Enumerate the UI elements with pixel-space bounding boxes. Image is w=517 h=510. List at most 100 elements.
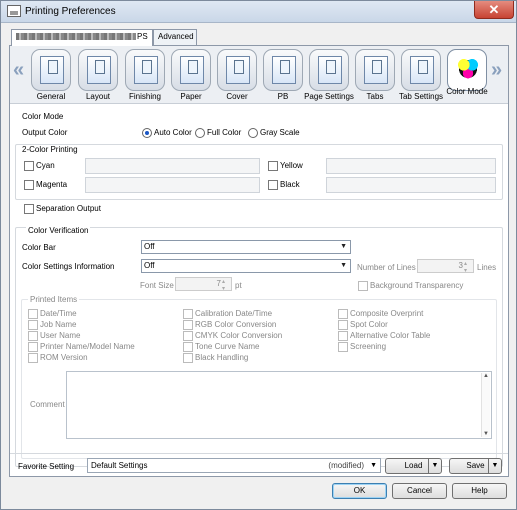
screening-label: Screening (350, 342, 387, 351)
load-button[interactable]: Load ▼ (385, 458, 442, 474)
comment-label: Comment (30, 400, 65, 409)
black-handling-label: Black Handling (195, 353, 249, 362)
color-mode-icon (454, 55, 482, 83)
font-size-label: Font Size (140, 281, 174, 290)
favorite-setting-label: Favorite Setting (18, 462, 75, 471)
ok-button[interactable]: OK (332, 483, 387, 499)
color-bar-label: Color Bar (22, 243, 56, 252)
load-dropdown-icon[interactable]: ▼ (428, 459, 441, 473)
date-time-checkbox (28, 309, 38, 319)
color-settings-info-label: Color Settings Information (22, 262, 115, 271)
auto-color-label[interactable]: Auto Color (154, 128, 192, 137)
screening-checkbox (338, 342, 348, 352)
rom-version-label: ROM Version (40, 353, 88, 362)
favorite-separator (10, 453, 508, 454)
number-of-lines-spinner: 3 (417, 259, 474, 274)
job-name-checkbox (28, 320, 38, 330)
rgb-conversion-label: RGB Color Conversion (195, 320, 277, 329)
number-of-lines-label: Number of Lines (357, 263, 416, 272)
scroll-left-icon[interactable]: « (13, 59, 24, 82)
favorite-setting-select[interactable]: Default Settings (modified) (87, 458, 381, 473)
cmyk-conversion-label: CMYK Color Conversion (195, 331, 283, 340)
composite-overprint-label: Composite Overprint (350, 309, 424, 318)
window-title: Printing Preferences (25, 6, 116, 17)
yellow-color-field (326, 158, 496, 174)
job-name-label: Job Name (40, 320, 77, 329)
cancel-button[interactable]: Cancel (392, 483, 447, 499)
output-color-label: Output Color (22, 128, 68, 137)
favorite-setting-value: Default Settings (91, 461, 148, 470)
printed-items-heading: Printed Items (28, 295, 80, 304)
printing-preferences-window: Printing Preferences ✕ PS Advanced « » G… (0, 0, 517, 510)
tab-ps-label: PS (137, 32, 148, 41)
magenta-color-field (85, 177, 260, 193)
cyan-label: Cyan (36, 161, 55, 170)
full-color-label[interactable]: Full Color (207, 128, 241, 137)
black-color-field (326, 177, 496, 193)
tone-curve-checkbox (183, 342, 193, 352)
printer-name-label: Printer Name/Model Name (40, 342, 135, 351)
two-color-heading: 2-Color Printing (22, 145, 78, 154)
font-size-unit-label: pt (235, 281, 242, 290)
date-time-label: Date/Time (40, 309, 77, 318)
category-general[interactable]: General (29, 49, 73, 103)
color-mode-heading: Color Mode (22, 112, 64, 121)
printer-name-checkbox (28, 342, 38, 352)
magenta-label: Magenta (36, 180, 68, 189)
color-verification-heading: Color Verification (26, 226, 91, 235)
separation-output-checkbox[interactable] (24, 204, 34, 214)
color-settings-info-select[interactable]: Off (141, 259, 351, 273)
category-icon-bar: « » General Layout Finishing Paper Cover… (10, 46, 508, 104)
comment-textarea[interactable] (66, 371, 492, 439)
color-bar-select[interactable]: Off (141, 240, 351, 254)
comment-scrollbar[interactable] (481, 373, 490, 437)
title-bar: Printing Preferences ✕ (1, 1, 516, 23)
alternative-color-table-checkbox (338, 331, 348, 341)
black-checkbox[interactable] (268, 180, 278, 190)
full-color-radio[interactable] (195, 128, 205, 138)
tab-advanced[interactable]: Advanced (153, 29, 197, 45)
magenta-checkbox[interactable] (24, 180, 34, 190)
tab-ps[interactable]: PS (11, 29, 153, 46)
user-name-label: User Name (40, 331, 81, 340)
save-button-label: Save (466, 461, 485, 470)
scroll-right-icon[interactable]: » (491, 59, 502, 82)
gray-scale-label[interactable]: Gray Scale (260, 128, 300, 137)
lines-unit-label: Lines (477, 263, 497, 272)
category-color-mode[interactable]: Color Mode (445, 49, 489, 103)
cyan-color-field (85, 158, 260, 174)
calibration-date-label: Calibration Date/Time (195, 309, 273, 318)
load-button-label: Load (404, 461, 423, 470)
save-dropdown-icon[interactable]: ▼ (488, 459, 501, 473)
tone-curve-label: Tone Curve Name (195, 342, 260, 351)
auto-color-radio[interactable] (142, 128, 152, 138)
redacted-printer-name (16, 33, 136, 41)
calibration-date-checkbox (183, 309, 193, 319)
user-name-checkbox (28, 331, 38, 341)
background-transparency-checkbox (358, 281, 368, 291)
alternative-color-table-label: Alternative Color Table (350, 331, 431, 340)
category-color-mode-label: Color Mode (446, 87, 488, 96)
help-button[interactable]: Help (452, 483, 507, 499)
font-size-spinner: 7 (175, 277, 232, 292)
black-label: Black (280, 180, 300, 189)
save-button[interactable]: Save ▼ (449, 458, 502, 474)
category-layout[interactable]: Layout (76, 49, 120, 103)
close-button[interactable]: ✕ (474, 1, 514, 19)
yellow-label: Yellow (280, 161, 303, 170)
rom-version-checkbox (28, 353, 38, 363)
cyan-checkbox[interactable] (24, 161, 34, 171)
composite-overprint-checkbox (338, 309, 348, 319)
black-handling-checkbox (183, 353, 193, 363)
spot-color-label: Spot Color (350, 320, 388, 329)
favorite-modified-label: (modified) (328, 461, 364, 470)
rgb-conversion-checkbox (183, 320, 193, 330)
printer-icon (7, 5, 21, 17)
background-transparency-label: Background Transparency (370, 281, 464, 290)
cmyk-conversion-checkbox (183, 331, 193, 341)
settings-panel: « » General Layout Finishing Paper Cover… (9, 45, 509, 477)
yellow-checkbox[interactable] (268, 161, 278, 171)
separation-output-label: Separation Output (36, 204, 101, 213)
gray-scale-radio[interactable] (248, 128, 258, 138)
spot-color-checkbox (338, 320, 348, 330)
